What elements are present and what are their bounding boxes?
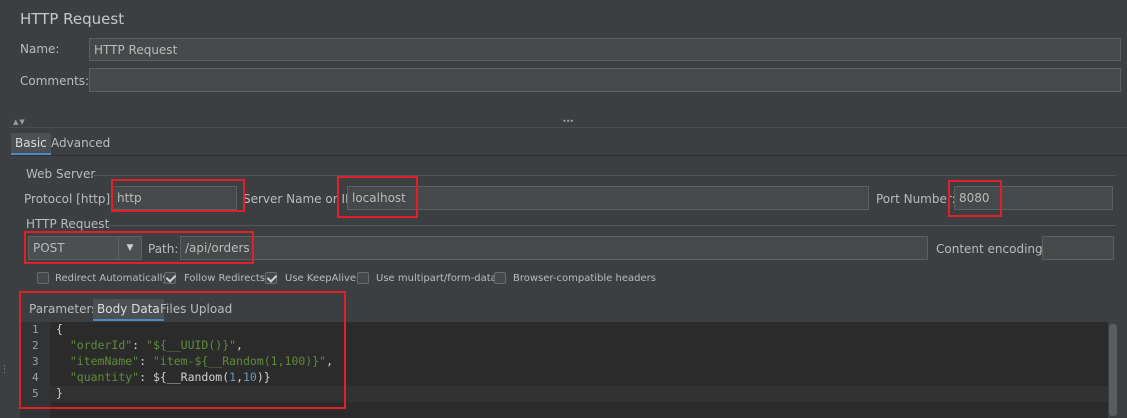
path-label: Path: [148,242,179,256]
line-number: 5 [32,387,39,400]
follow-redirects-checkbox[interactable] [164,272,176,284]
port-input[interactable]: 8080 [954,186,1113,210]
comments-input[interactable] [89,68,1121,92]
line-number: 4 [32,371,39,384]
code-line-5: } [56,386,63,400]
tab-parameters[interactable]: Parameters [25,299,102,319]
browser-compatible-headers-checkbox[interactable] [494,272,506,284]
content-encoding-input[interactable] [1042,236,1114,260]
chevron-down-icon[interactable]: ▼ [118,237,141,259]
name-label: Name: [20,42,60,56]
comments-label: Comments: [20,74,90,88]
port-label: Port Number: [876,192,956,206]
page-title: HTTP Request [20,10,125,28]
tab-basic[interactable]: Basic [11,133,51,155]
use-multipart-label: Use multipart/form-data [376,273,497,284]
line-number-gutter [20,322,50,418]
web-server-group-title: Web Server [26,167,96,181]
method-select[interactable]: POST ▼ [28,236,142,260]
web-server-group-line [92,175,1116,176]
tab-files-upload[interactable]: Files Upload [156,299,236,319]
tab-body-data[interactable]: Body Data [93,299,164,321]
code-line-4: "quantity": ${__Random(1,10)} [69,370,271,384]
line-number: 2 [32,339,39,352]
collapse-arrows-icon[interactable]: ▲▼ [13,118,26,126]
use-keepalive-checkbox[interactable] [265,272,277,284]
redirect-automatically-checkbox[interactable] [37,272,49,284]
method-select-value: POST [33,241,65,255]
name-input[interactable]: HTTP Request [89,38,1121,61]
browser-compatible-headers-label: Browser-compatible headers [513,273,656,284]
server-name-label: Server Name or IP: [243,192,357,206]
follow-redirects-label: Follow Redirects [184,273,265,284]
code-line-3: "itemName": "item-${__Random(1,100)}", [69,354,333,368]
drag-handle-icon[interactable]: ⋮ [0,366,9,375]
use-multipart-checkbox[interactable] [357,272,369,284]
current-line-highlight [50,386,1108,402]
http-request-group-title: HTTP Request [26,217,110,231]
body-data-editor[interactable]: 1 2 3 4 5 { "orderId": "${__UUID()}", "i… [20,322,1118,418]
editor-scrollbar-thumb[interactable] [1109,324,1117,416]
line-number: 3 [32,355,39,368]
editor-scrollbar[interactable] [1108,322,1118,418]
tab-divider [10,155,1127,156]
redirect-automatically-label: Redirect Automatically [55,273,169,284]
protocol-label: Protocol [http]: [24,192,115,206]
http-request-group-line [104,225,1116,226]
splitter-line [10,127,1127,128]
use-keepalive-label: Use KeepAlive [285,273,357,284]
line-number: 1 [32,323,39,336]
path-input[interactable]: /api/orders [180,236,928,260]
splitter-handle-icon[interactable]: ••• [562,117,574,126]
content-encoding-label: Content encoding: [936,242,1047,256]
protocol-input[interactable]: http [112,186,237,210]
tab-advanced[interactable]: Advanced [47,133,114,153]
server-name-input[interactable]: localhost [347,186,869,210]
code-line-2: "orderId": "${__UUID()}", [69,338,243,352]
code-line-1: { [56,322,63,336]
